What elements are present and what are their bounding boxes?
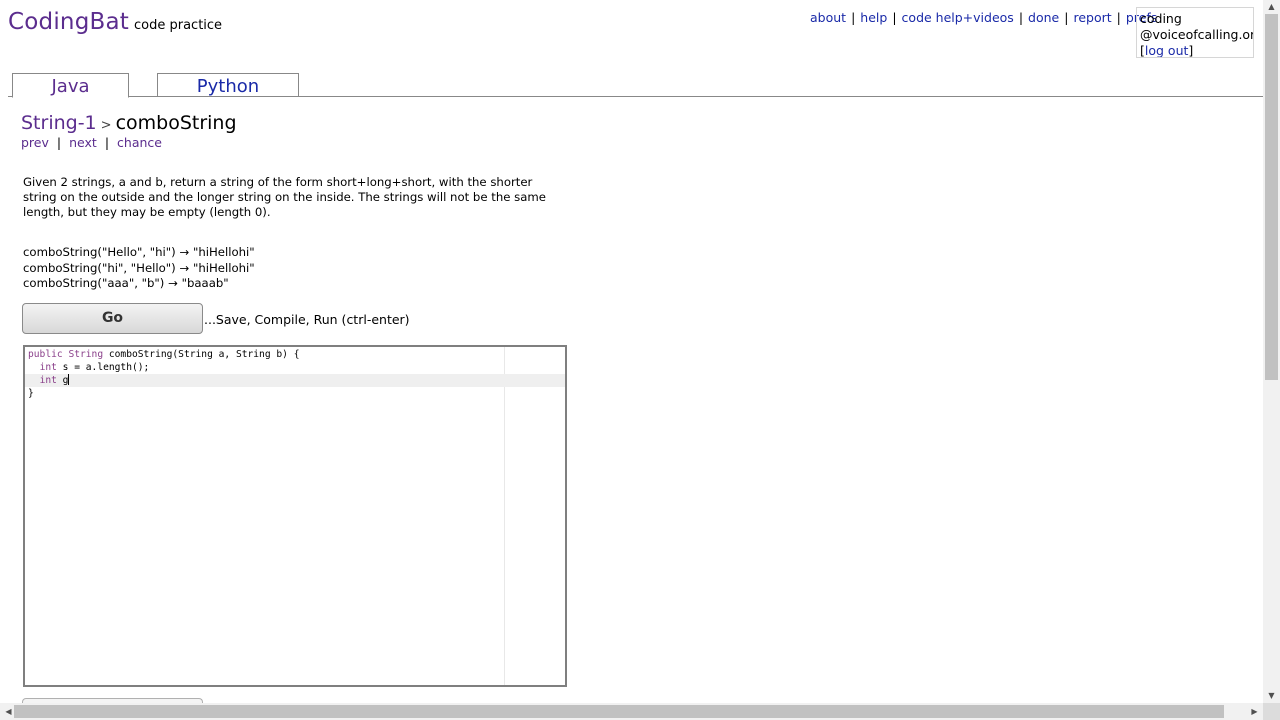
nav-code-help-videos-link[interactable]: code help+videos <box>902 10 1014 25</box>
breadcrumb-separator: > <box>100 118 112 133</box>
problem-nav: prev | next | chance <box>21 135 162 150</box>
breadcrumb: String-1 > comboString <box>21 112 237 134</box>
nav-report-link[interactable]: report <box>1073 10 1111 25</box>
prev-link[interactable]: prev <box>21 135 49 150</box>
go-hint: ...Save, Compile, Run (ctrl-enter) <box>204 312 410 327</box>
code-line[interactable]: } <box>25 387 565 400</box>
examples: comboString("Hello", "hi") → "hiHellohi"… <box>23 245 255 292</box>
text-cursor <box>68 374 70 385</box>
top-nav: about | help | code help+videos | done | report |… <box>810 10 1158 25</box>
user-box: coding @voiceofcalling.org [log out] <box>1136 7 1254 58</box>
scroll-down-icon[interactable]: ▼ <box>1263 689 1280 703</box>
horizontal-scrollbar[interactable]: ◀ ▶ <box>0 703 1263 720</box>
scrollbar-corner <box>1263 703 1280 720</box>
go-button[interactable]: Go <box>22 303 203 334</box>
scroll-right-icon[interactable]: ▶ <box>1246 705 1263 719</box>
code-line[interactable]: int s = a.length(); <box>25 361 565 374</box>
code-text: } <box>28 388 34 399</box>
scroll-up-icon[interactable]: ▲ <box>1263 0 1280 14</box>
code-line-active[interactable]: int g <box>25 374 565 387</box>
user-email-line2: @voiceofcalling.org <box>1140 27 1254 42</box>
user-email-line1: coding <box>1140 11 1182 26</box>
vertical-scrollbar[interactable]: ▲ ▼ <box>1263 0 1280 703</box>
code-text: comboString(String a, String b) { <box>108 349 300 360</box>
example-line: comboString("Hello", "hi") → "hiHellohi" <box>23 245 255 259</box>
code-text: s = a.length(); <box>62 362 150 373</box>
logout-line: [log out] <box>1140 43 1194 58</box>
logo-subtitle: code practice <box>134 18 223 33</box>
next-link[interactable]: next <box>69 135 97 150</box>
nav-help-link[interactable]: help <box>860 10 887 25</box>
breadcrumb-section-link[interactable]: String-1 <box>21 112 97 134</box>
chance-link[interactable]: chance <box>117 135 162 150</box>
example-line: comboString("aaa", "b") → "baaab" <box>23 276 229 290</box>
nav-done-link[interactable]: done <box>1028 10 1059 25</box>
code-line[interactable]: public String comboString(String a, Stri… <box>25 348 565 361</box>
horizontal-scroll-thumb[interactable] <box>14 705 1224 718</box>
nav-about-link[interactable]: about <box>810 10 846 25</box>
vertical-scroll-thumb[interactable] <box>1265 14 1278 380</box>
example-line: comboString("hi", "Hello") → "hiHellohi" <box>23 260 255 275</box>
problem-title: comboString <box>115 112 237 134</box>
logo[interactable]: CodingBat code practice <box>8 9 222 35</box>
tab-python[interactable]: Python <box>157 73 299 97</box>
code-editor[interactable]: public String comboString(String a, Stri… <box>23 345 567 687</box>
tab-java[interactable]: Java <box>12 73 129 98</box>
logout-link[interactable]: log out <box>1145 43 1189 57</box>
logo-title[interactable]: CodingBat <box>8 9 129 35</box>
problem-description: Given 2 strings, a and b, return a strin… <box>23 175 546 219</box>
page: CodingBat code practice about | help | code … <box>0 0 1280 720</box>
